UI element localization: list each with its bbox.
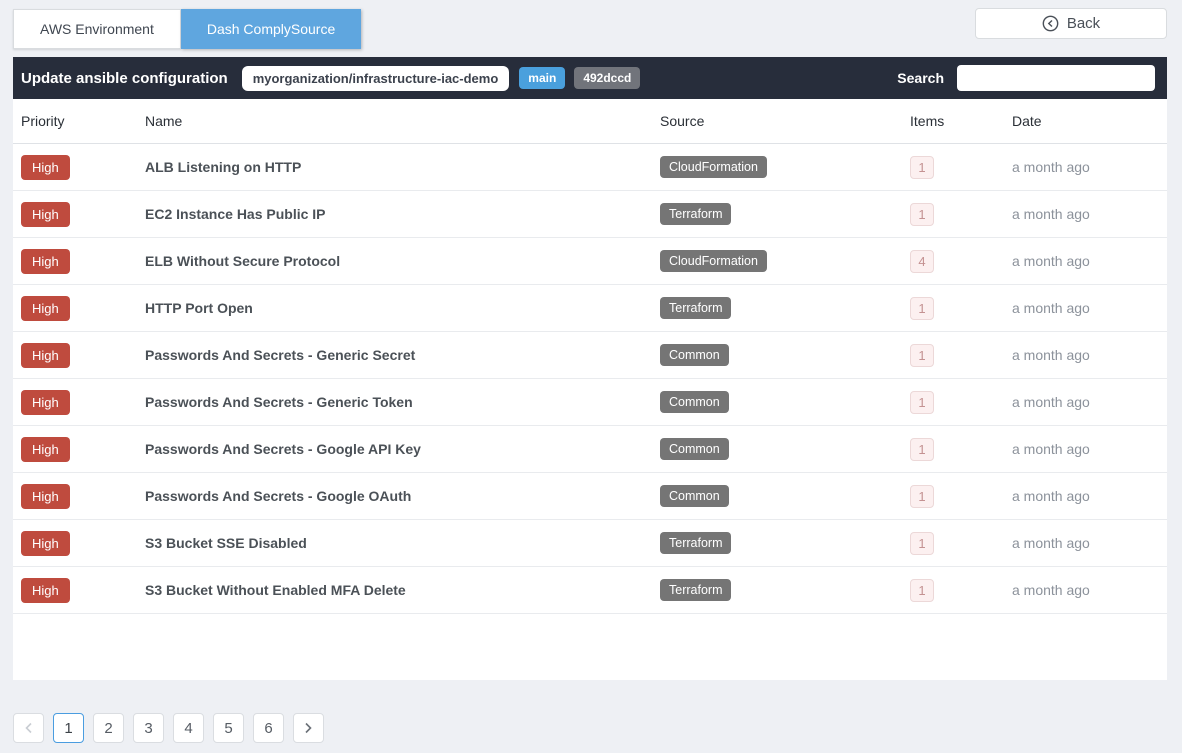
items-count: 1 — [910, 438, 934, 461]
pagination-page-3[interactable]: 3 — [133, 713, 164, 743]
pagination-page-4[interactable]: 4 — [173, 713, 204, 743]
priority-badge: High — [21, 484, 70, 509]
items-count: 1 — [910, 391, 934, 414]
table-header: Priority Name Source Items Date — [13, 99, 1167, 144]
tab-dash-complysource[interactable]: Dash ComplySource — [181, 9, 361, 49]
finding-date: a month ago — [1012, 347, 1159, 363]
table-row[interactable]: High ELB Without Secure Protocol CloudFo… — [13, 238, 1167, 285]
source-badge: Terraform — [660, 203, 731, 225]
search-label: Search — [897, 70, 944, 86]
findings-table: Priority Name Source Items Date High ALB… — [13, 99, 1167, 680]
finding-date: a month ago — [1012, 300, 1159, 316]
commit-badge: 492dccd — [574, 67, 640, 89]
source-badge: Common — [660, 438, 729, 460]
priority-badge: High — [21, 531, 70, 556]
branch-badge: main — [519, 67, 565, 89]
finding-date: a month ago — [1012, 206, 1159, 222]
search-input[interactable] — [957, 65, 1155, 91]
finding-name: Passwords And Secrets - Generic Secret — [145, 347, 660, 363]
finding-name: Passwords And Secrets - Google API Key — [145, 441, 660, 457]
priority-badge: High — [21, 578, 70, 603]
finding-date: a month ago — [1012, 488, 1159, 504]
tab-aws-environment[interactable]: AWS Environment — [13, 9, 181, 49]
priority-badge: High — [21, 202, 70, 227]
source-badge: Common — [660, 391, 729, 413]
table-row[interactable]: High Passwords And Secrets - Generic Sec… — [13, 332, 1167, 379]
column-header-name: Name — [145, 113, 660, 129]
chevron-left-icon — [24, 722, 33, 734]
chevron-right-icon — [304, 722, 313, 734]
pagination: 1 2 3 4 5 6 — [13, 713, 1167, 743]
source-badge: Common — [660, 344, 729, 366]
back-button[interactable]: Back — [975, 8, 1167, 39]
items-count: 1 — [910, 297, 934, 320]
pagination-page-1[interactable]: 1 — [53, 713, 84, 743]
items-count: 4 — [910, 250, 934, 273]
items-count: 1 — [910, 579, 934, 602]
finding-name: Passwords And Secrets - Generic Token — [145, 394, 660, 410]
items-count: 1 — [910, 485, 934, 508]
items-count: 1 — [910, 344, 934, 367]
column-header-priority: Priority — [21, 113, 145, 129]
finding-toolbar: Update ansible configuration myorganizat… — [13, 57, 1167, 99]
finding-name: Passwords And Secrets - Google OAuth — [145, 488, 660, 504]
column-header-source: Source — [660, 113, 910, 129]
priority-badge: High — [21, 249, 70, 274]
chevron-left-circle-icon — [1042, 15, 1059, 32]
priority-badge: High — [21, 296, 70, 321]
repository-badge: myorganization/infrastructure-iac-demo — [242, 66, 510, 91]
finding-date: a month ago — [1012, 582, 1159, 598]
priority-badge: High — [21, 343, 70, 368]
page-title: Update ansible configuration — [21, 70, 228, 87]
pagination-prev-button[interactable] — [13, 713, 44, 743]
priority-badge: High — [21, 155, 70, 180]
table-row[interactable]: High S3 Bucket Without Enabled MFA Delet… — [13, 567, 1167, 614]
column-header-items: Items — [910, 113, 1012, 129]
finding-date: a month ago — [1012, 253, 1159, 269]
finding-date: a month ago — [1012, 159, 1159, 175]
items-count: 1 — [910, 532, 934, 555]
items-count: 1 — [910, 156, 934, 179]
pagination-next-button[interactable] — [293, 713, 324, 743]
source-badge: Common — [660, 485, 729, 507]
table-row[interactable]: High HTTP Port Open Terraform 1 a month … — [13, 285, 1167, 332]
pagination-page-2[interactable]: 2 — [93, 713, 124, 743]
finding-name: S3 Bucket SSE Disabled — [145, 535, 660, 551]
finding-date: a month ago — [1012, 535, 1159, 551]
back-button-label: Back — [1067, 15, 1100, 32]
table-row[interactable]: High EC2 Instance Has Public IP Terrafor… — [13, 191, 1167, 238]
top-bar: AWS Environment Dash ComplySource Back — [0, 0, 1182, 49]
pagination-page-5[interactable]: 5 — [213, 713, 244, 743]
finding-name: ELB Without Secure Protocol — [145, 253, 660, 269]
table-row[interactable]: High Passwords And Secrets - Google OAut… — [13, 473, 1167, 520]
finding-name: HTTP Port Open — [145, 300, 660, 316]
finding-date: a month ago — [1012, 441, 1159, 457]
source-badge: Terraform — [660, 579, 731, 601]
table-row[interactable]: High Passwords And Secrets - Generic Tok… — [13, 379, 1167, 426]
finding-name: S3 Bucket Without Enabled MFA Delete — [145, 582, 660, 598]
table-row[interactable]: High Passwords And Secrets - Google API … — [13, 426, 1167, 473]
table-row[interactable]: High S3 Bucket SSE Disabled Terraform 1 … — [13, 520, 1167, 567]
finding-name: EC2 Instance Has Public IP — [145, 206, 660, 222]
pagination-next-button[interactable]: 6 — [253, 713, 284, 743]
items-count: 1 — [910, 203, 934, 226]
source-badge: CloudFormation — [660, 250, 767, 272]
finding-name: ALB Listening on HTTP — [145, 159, 660, 175]
source-badge: Terraform — [660, 297, 731, 319]
column-header-date: Date — [1012, 113, 1159, 129]
source-badge: CloudFormation — [660, 156, 767, 178]
finding-date: a month ago — [1012, 394, 1159, 410]
table-row[interactable]: High ALB Listening on HTTP CloudFormatio… — [13, 144, 1167, 191]
source-badge: Terraform — [660, 532, 731, 554]
priority-badge: High — [21, 390, 70, 415]
priority-badge: High — [21, 437, 70, 462]
